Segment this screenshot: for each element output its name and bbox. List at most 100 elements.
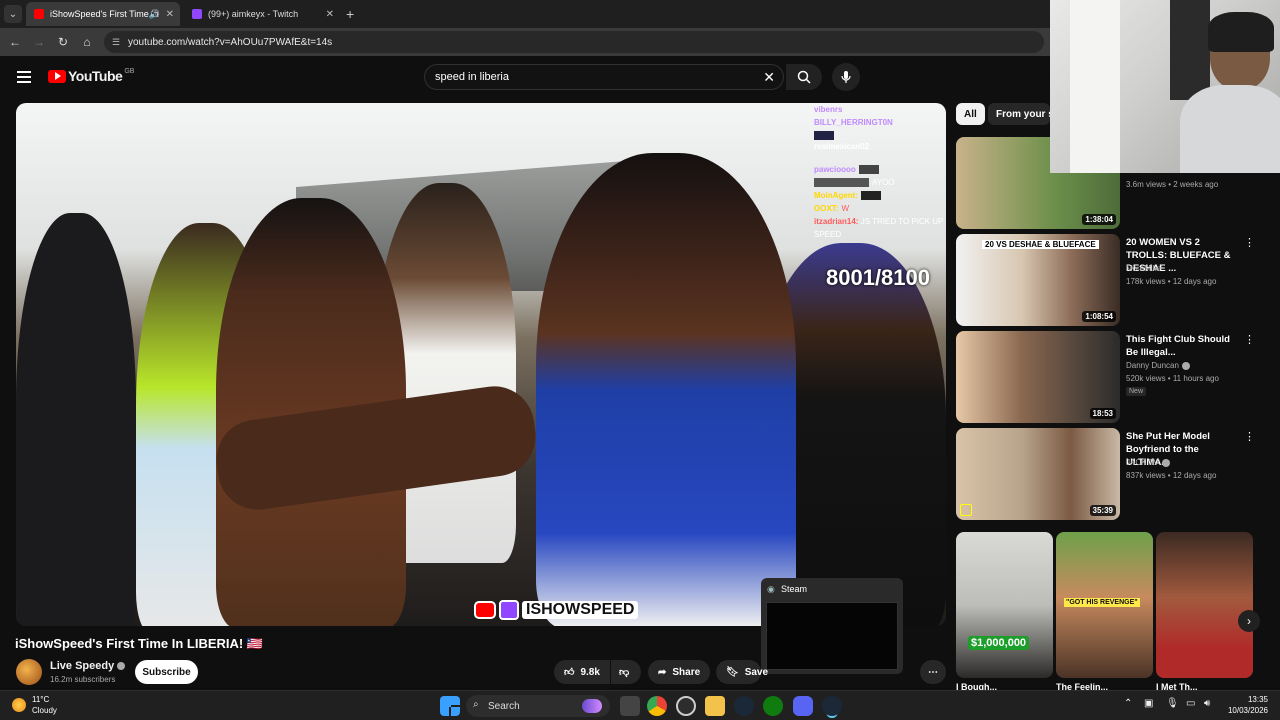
short-thumbnail[interactable]: $1,000,000 <box>956 532 1053 678</box>
voice-search-button[interactable] <box>832 63 860 91</box>
video-thumbnail[interactable]: 20 VS DESHAE & BLUEFACE 1:08:54 <box>956 234 1120 326</box>
weather-temp: 11°C <box>32 695 50 704</box>
chat-message: vibenrs <box>814 105 843 114</box>
subscribe-button[interactable]: Subscribe <box>135 660 198 684</box>
channel-name-row[interactable]: Live Speedy <box>50 660 126 672</box>
video-figure <box>16 213 136 626</box>
steam-active-icon[interactable] <box>822 696 842 716</box>
emote-icon <box>814 131 834 140</box>
share-label: Share <box>672 666 701 678</box>
clock-date: 10/03/2026 <box>1227 706 1268 715</box>
file-explorer-icon[interactable] <box>705 696 725 716</box>
steam-window-preview[interactable]: ◉ Steam <box>761 578 903 674</box>
recommendation-item[interactable]: 35:39 She Put Her Model Boyfriend to the… <box>956 428 1256 520</box>
region-code: GB <box>124 67 135 75</box>
twitch-logo-icon <box>499 600 519 620</box>
channel-name[interactable]: MoreMike <box>1126 264 1161 273</box>
video-title[interactable]: This Fight Club Should Be Illegal... <box>1126 333 1241 359</box>
more-actions-button[interactable]: ⋯ <box>920 660 946 684</box>
like-count: 9.8k <box>580 666 600 678</box>
duration-badge: 1:08:54 <box>1082 311 1116 322</box>
webcam-door <box>1070 0 1120 173</box>
audio-icon[interactable]: 🔊 <box>149 9 160 20</box>
chrome-icon[interactable] <box>647 696 667 716</box>
new-tab-button[interactable]: + <box>346 6 354 22</box>
verified-icon <box>1181 361 1190 370</box>
logo-text: YouTube <box>68 68 123 84</box>
steam-icon[interactable] <box>734 696 754 716</box>
weather-widget[interactable]: 11°C Cloudy <box>12 694 57 716</box>
task-view-icon[interactable] <box>620 696 640 716</box>
close-icon[interactable]: ✕ <box>326 9 334 20</box>
microphone-icon[interactable]: 🎙︎ <box>1166 698 1179 709</box>
steam-preview-title: Steam <box>781 584 808 594</box>
youtube-logo[interactable]: YouTube GB <box>48 68 134 84</box>
chat-message <box>814 129 946 140</box>
search-input[interactable]: speed in liberia ✕ <box>424 64 784 90</box>
dislike-button[interactable]: 👎︎ <box>611 660 641 684</box>
search-highlight-icon <box>582 699 602 713</box>
shorts-shelf: $1,000,000 "GOT HIS REVENGE" › <box>956 532 1260 680</box>
chevron-up-icon[interactable]: ⌃ <box>1124 698 1132 709</box>
chip-all[interactable]: All <box>956 103 985 125</box>
more-vertical-icon[interactable]: ⋮ <box>1244 333 1255 346</box>
save-button[interactable]: 🔖︎ Save <box>716 660 768 684</box>
volume-icon[interactable]: 🔊︎ <box>1204 698 1210 709</box>
clear-search-icon[interactable]: ✕ <box>763 69 775 86</box>
back-icon[interactable]: ← <box>8 35 22 49</box>
tab-youtube[interactable]: iShowSpeed's First Time In 🔊 ✕ <box>26 2 180 26</box>
chat-message: BILLY_HERRINGT0N <box>814 118 893 127</box>
tab-title: iShowSpeed's First Time In <box>50 9 159 19</box>
windows-start-icon[interactable] <box>440 696 460 716</box>
video-thumbnail[interactable]: 18:53 <box>956 331 1120 423</box>
system-clock[interactable]: 13:35 10/03/2026 <box>1224 694 1268 716</box>
search-query: speed in liberia <box>435 71 509 83</box>
tab-twitch[interactable]: (99+) aimkeyx - Twitch ✕ <box>184 2 340 26</box>
video-meta: 520k views • 11 hours ago <box>1126 374 1219 383</box>
obs-icon[interactable] <box>676 696 696 716</box>
twitch-favicon-icon <box>192 9 202 19</box>
chat-message: OOXT: W <box>814 204 850 213</box>
avatar[interactable] <box>16 659 42 685</box>
steam-preview-thumbnail[interactable] <box>766 602 898 670</box>
microphone-icon <box>841 71 851 83</box>
discord-icon[interactable] <box>793 696 813 716</box>
video-figure <box>536 153 796 626</box>
short-thumbnail[interactable]: "GOT HIS REVENGE" <box>1056 532 1153 678</box>
channel-name[interactable]: JACK TV <box>1126 458 1170 467</box>
hamburger-menu-icon[interactable] <box>17 71 31 83</box>
tray-app-icon[interactable]: ▣ <box>1144 698 1153 709</box>
stream-chat-overlay: vibenrs BILLY_HERRINGT0N realmexican02 p… <box>814 103 946 241</box>
network-icon[interactable]: ▭ <box>1186 698 1195 709</box>
like-button[interactable]: 👍︎ 9.8k <box>554 660 610 684</box>
chevron-right-icon[interactable]: › <box>1238 610 1260 632</box>
taskbar-search[interactable]: ⌕ Search <box>466 695 610 717</box>
forward-icon[interactable]: → <box>32 35 46 49</box>
recommendation-item[interactable]: 18:53 This Fight Club Should Be Illegal.… <box>956 331 1256 423</box>
verified-icon <box>117 662 126 671</box>
xbox-icon[interactable] <box>763 696 783 716</box>
channel-name[interactable]: Danny Duncan <box>1126 361 1190 370</box>
channel-name[interactable]: Live Speedy <box>50 660 114 672</box>
tab-list-icon[interactable]: ⌄ <box>4 5 22 23</box>
search-button[interactable] <box>786 64 822 90</box>
short-overlay-text: "GOT HIS REVENGE" <box>1064 598 1140 607</box>
video-thumbnail[interactable]: 35:39 <box>956 428 1120 520</box>
duration-badge: 35:39 <box>1089 505 1116 516</box>
more-vertical-icon[interactable]: ⋮ <box>1244 430 1255 443</box>
url-field[interactable]: ☰ youtube.com/watch?v=AhOUu7PWAfE&t=14s <box>104 31 1044 53</box>
recommendation-item[interactable]: 20 VS DESHAE & BLUEFACE 1:08:54 20 WOMEN… <box>956 234 1256 326</box>
short-thumbnail[interactable] <box>1156 532 1253 678</box>
reload-icon[interactable]: ↻ <box>56 35 70 49</box>
duration-badge: 18:53 <box>1089 408 1116 419</box>
video-player[interactable]: vibenrs BILLY_HERRINGT0N realmexican02 p… <box>16 103 946 626</box>
site-info-icon[interactable]: ☰ <box>112 37 120 48</box>
more-vertical-icon[interactable]: ⋮ <box>1244 236 1255 249</box>
chip-from-your-search[interactable]: From your se <box>988 103 1050 125</box>
youtube-favicon-icon <box>34 9 44 19</box>
chat-message: realmexican02 <box>814 142 870 151</box>
thumbs-down-icon: 👎︎ <box>619 667 630 678</box>
close-icon[interactable]: ✕ <box>166 9 174 20</box>
home-icon[interactable]: ⌂ <box>80 35 94 49</box>
share-button[interactable]: ➦ Share <box>648 660 710 684</box>
